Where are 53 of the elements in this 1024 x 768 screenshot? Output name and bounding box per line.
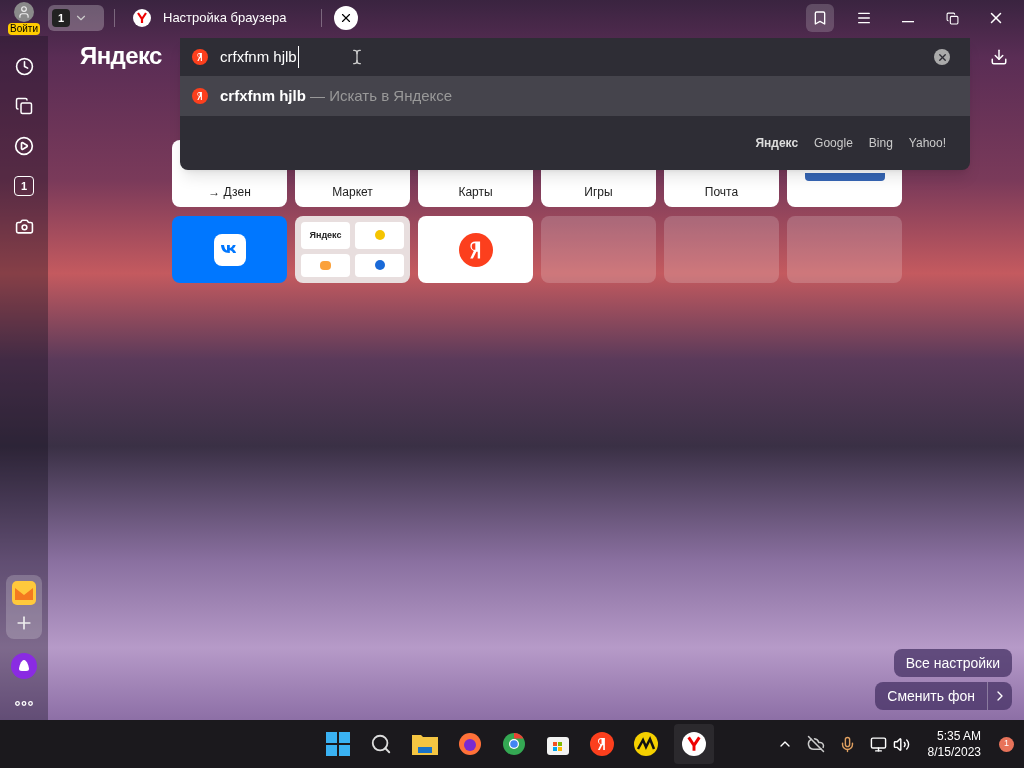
login-badge[interactable]: Войти <box>8 23 40 35</box>
download-icon <box>990 48 1008 66</box>
folder-tile[interactable]: Яндекс <box>295 216 410 283</box>
yandex-logo-icon <box>458 232 493 267</box>
avatar-icon[interactable] <box>14 2 34 22</box>
yandex-tile[interactable] <box>418 216 533 283</box>
empty-tile[interactable] <box>664 216 779 283</box>
clear-icon <box>936 51 948 63</box>
folder-icon[interactable] <box>412 733 438 755</box>
cloud-off-icon <box>806 735 825 753</box>
menu-icon <box>856 10 872 26</box>
more-icon[interactable] <box>15 701 33 706</box>
empty-tile[interactable] <box>541 216 656 283</box>
tabs-counter-button[interactable]: 1 <box>48 5 104 31</box>
tab-count-button[interactable]: 1 <box>14 176 34 196</box>
browser-logo-icon <box>682 732 706 756</box>
search-engine-link[interactable]: Google <box>814 134 853 152</box>
clock-date[interactable]: 8/15/2023 <box>927 744 981 760</box>
brand-logo[interactable]: Яндекс <box>80 38 162 74</box>
speaker-icon <box>892 735 910 753</box>
empty-tile[interactable] <box>787 216 902 283</box>
yandex-app-icon <box>590 732 614 756</box>
chrome-browser-icon[interactable] <box>502 732 526 756</box>
active-browser-button[interactable] <box>674 724 714 764</box>
browser-logo-icon <box>133 9 151 27</box>
search-engine-link[interactable]: Yahoo! <box>908 134 946 152</box>
app-icon <box>374 230 385 241</box>
clock-time[interactable]: 5:35 AM <box>936 728 981 744</box>
mini-tile: Яндекс <box>301 222 350 249</box>
restore-icon <box>945 11 959 25</box>
clear-button[interactable] <box>934 49 950 65</box>
windows-start-icon[interactable] <box>326 732 350 756</box>
all-settings-button[interactable]: Все настройки <box>893 649 1012 677</box>
market-app-icon[interactable] <box>634 732 658 756</box>
app-icon <box>374 260 385 271</box>
minimize-icon <box>902 21 914 23</box>
close-tab-button[interactable] <box>334 6 358 30</box>
browser-tab[interactable]: Настройка браузера <box>133 4 321 32</box>
vk-logo-icon <box>213 233 246 266</box>
assistant-icon[interactable] <box>11 653 37 679</box>
bookmarks-button[interactable] <box>806 4 834 32</box>
bookmark-icon <box>812 10 828 26</box>
logo-icon <box>804 173 885 181</box>
suggestion-row[interactable]: crfxfnm hjlb — Искать в Яндексе <box>180 76 970 116</box>
vk-tile[interactable] <box>172 216 287 283</box>
change-background-button[interactable]: Сменить фон <box>875 682 1012 710</box>
close-icon <box>339 11 353 25</box>
search-engine-link[interactable]: Bing <box>868 134 893 152</box>
fox-browser-icon[interactable] <box>458 732 482 756</box>
yandex-icon <box>192 88 208 104</box>
search-icon <box>370 733 392 755</box>
search-field[interactable]: crfxfnm hjlb <box>180 38 970 76</box>
yandex-icon <box>192 49 208 65</box>
